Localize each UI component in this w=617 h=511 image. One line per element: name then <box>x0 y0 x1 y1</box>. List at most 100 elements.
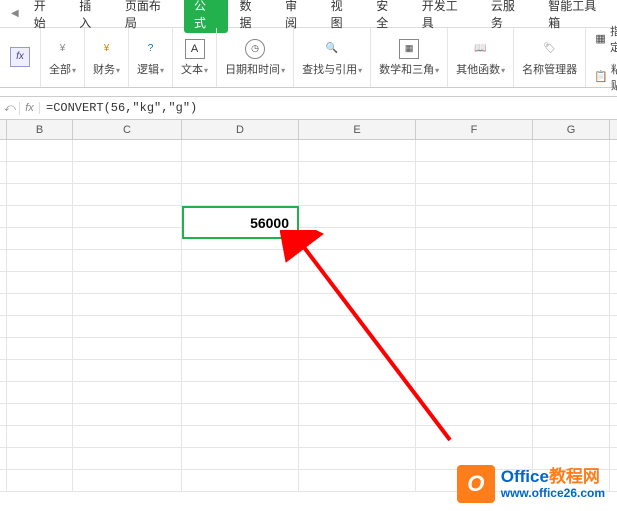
cell[interactable] <box>533 140 610 161</box>
table-row[interactable] <box>0 338 617 360</box>
cell[interactable] <box>182 272 299 293</box>
cell[interactable] <box>73 382 182 403</box>
cell[interactable] <box>533 206 610 227</box>
paste-button[interactable]: 📋 粘贴▾ <box>590 59 617 95</box>
cell[interactable] <box>416 206 533 227</box>
cell[interactable] <box>73 316 182 337</box>
table-row[interactable] <box>0 140 617 162</box>
cell[interactable] <box>182 338 299 359</box>
table-row[interactable] <box>0 404 617 426</box>
cell[interactable] <box>7 426 73 447</box>
fill-handle[interactable] <box>294 234 300 240</box>
cell[interactable] <box>73 470 182 491</box>
col-header-D[interactable]: D <box>182 120 299 139</box>
cell[interactable] <box>7 294 73 315</box>
cell[interactable] <box>73 448 182 469</box>
cell[interactable] <box>182 382 299 403</box>
cell[interactable] <box>0 448 7 469</box>
fx-button[interactable]: fx <box>4 45 36 71</box>
grid-rows[interactable] <box>0 140 617 492</box>
cell[interactable] <box>7 404 73 425</box>
cell[interactable] <box>7 206 73 227</box>
cell[interactable] <box>533 338 610 359</box>
cell[interactable] <box>182 184 299 205</box>
cell[interactable] <box>0 294 7 315</box>
cell[interactable] <box>0 272 7 293</box>
cell[interactable] <box>533 316 610 337</box>
table-row[interactable] <box>0 294 617 316</box>
cell[interactable] <box>416 360 533 381</box>
assign-button[interactable]: ▦ 指定 <box>590 21 617 57</box>
cell[interactable] <box>73 338 182 359</box>
cell[interactable] <box>73 426 182 447</box>
cell[interactable] <box>533 382 610 403</box>
cell[interactable] <box>7 382 73 403</box>
table-row[interactable] <box>0 360 617 382</box>
cell[interactable] <box>299 360 416 381</box>
cell[interactable] <box>73 404 182 425</box>
formula-input[interactable]: =CONVERT(56,"kg","g") <box>40 101 617 115</box>
cell[interactable] <box>533 272 610 293</box>
cell[interactable] <box>533 228 610 249</box>
logic-button[interactable]: ? 逻辑▾ <box>133 37 168 79</box>
cell[interactable] <box>0 140 7 161</box>
cell[interactable] <box>182 140 299 161</box>
active-cell[interactable]: 56000 <box>182 206 299 239</box>
cell[interactable] <box>0 228 7 249</box>
cell[interactable] <box>416 426 533 447</box>
cell[interactable] <box>0 162 7 183</box>
cell[interactable] <box>299 250 416 271</box>
table-row[interactable] <box>0 162 617 184</box>
cell[interactable] <box>73 272 182 293</box>
cell[interactable] <box>182 470 299 491</box>
cell[interactable] <box>7 272 73 293</box>
cell[interactable] <box>182 250 299 271</box>
col-header-G[interactable]: G <box>533 120 610 139</box>
cell[interactable] <box>416 140 533 161</box>
cell[interactable] <box>299 448 416 469</box>
cell[interactable] <box>182 162 299 183</box>
cell[interactable] <box>0 470 7 491</box>
cell[interactable] <box>73 162 182 183</box>
cell[interactable] <box>416 250 533 271</box>
cell[interactable] <box>416 404 533 425</box>
cell[interactable] <box>416 228 533 249</box>
cell[interactable] <box>416 162 533 183</box>
cell[interactable] <box>299 470 416 491</box>
cell[interactable] <box>0 338 7 359</box>
cell[interactable] <box>533 294 610 315</box>
financial-button[interactable]: ¥ 财务▾ <box>89 37 124 79</box>
col-header-E[interactable]: E <box>299 120 416 139</box>
cell[interactable] <box>533 404 610 425</box>
cell[interactable] <box>7 250 73 271</box>
cell[interactable] <box>299 404 416 425</box>
lookup-button[interactable]: 🔍 查找与引用▾ <box>298 37 366 79</box>
cell[interactable] <box>299 294 416 315</box>
cell[interactable] <box>533 184 610 205</box>
cell[interactable] <box>7 184 73 205</box>
cell[interactable] <box>299 272 416 293</box>
cell[interactable] <box>299 338 416 359</box>
cell[interactable] <box>416 316 533 337</box>
cell[interactable] <box>416 294 533 315</box>
cell[interactable] <box>7 140 73 161</box>
cell[interactable] <box>416 382 533 403</box>
math-button[interactable]: ▦ 数学和三角▾ <box>375 37 443 79</box>
all-functions-button[interactable]: ¥ 全部▾ <box>45 37 80 79</box>
table-row[interactable] <box>0 382 617 404</box>
cell[interactable] <box>73 206 182 227</box>
cell[interactable] <box>182 294 299 315</box>
table-row[interactable] <box>0 206 617 228</box>
table-row[interactable] <box>0 272 617 294</box>
cell[interactable] <box>7 470 73 491</box>
cell[interactable] <box>299 228 416 249</box>
cell[interactable] <box>299 382 416 403</box>
cell[interactable] <box>299 184 416 205</box>
cell[interactable] <box>0 250 7 271</box>
cell[interactable] <box>182 448 299 469</box>
cell[interactable] <box>73 184 182 205</box>
cell[interactable] <box>0 426 7 447</box>
datetime-button[interactable]: ◷ 日期和时间▾ <box>221 37 289 79</box>
col-header-B[interactable]: B <box>7 120 73 139</box>
col-header-edge[interactable] <box>0 120 7 139</box>
